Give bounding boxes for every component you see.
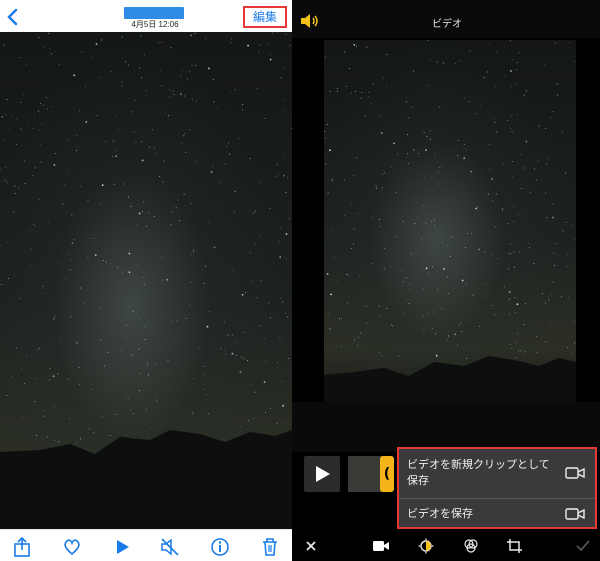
- photos-viewer: 4月5日 12:06 編集: [0, 0, 292, 561]
- close-icon[interactable]: [302, 538, 320, 554]
- crop-icon[interactable]: [506, 538, 524, 554]
- save-options-menu: ビデオを新規クリップとして保存 ビデオを保存: [397, 447, 597, 529]
- editor-toolbar: [292, 529, 600, 561]
- info-icon[interactable]: [209, 536, 231, 558]
- edit-button[interactable]: 編集: [243, 6, 287, 28]
- video-camera-icon: [565, 508, 585, 520]
- checkmark-icon[interactable]: [574, 538, 592, 554]
- video-camera-icon[interactable]: [372, 538, 390, 554]
- video-preview[interactable]: [324, 40, 576, 402]
- filters-icon[interactable]: [462, 538, 480, 554]
- photo-view[interactable]: [0, 32, 292, 529]
- play-icon: [316, 466, 330, 482]
- editor-header: ビデオ: [292, 0, 600, 38]
- trash-icon[interactable]: [259, 536, 281, 558]
- heart-icon[interactable]: [61, 536, 83, 558]
- share-icon[interactable]: [11, 536, 33, 558]
- back-chevron-icon[interactable]: [5, 8, 21, 26]
- save-as-new-clip-label: ビデオを新規クリップとして保存: [407, 458, 550, 487]
- speaker-icon[interactable]: [300, 13, 320, 29]
- photos-toolbar: [0, 529, 292, 561]
- timeline-play-button[interactable]: [304, 456, 340, 492]
- mute-icon[interactable]: [159, 536, 181, 558]
- trim-handle[interactable]: (: [380, 456, 394, 492]
- night-sky-image: [324, 40, 576, 402]
- night-sky-image: [0, 32, 292, 529]
- adjust-icon[interactable]: [417, 538, 435, 554]
- editor-title: ビデオ: [432, 19, 462, 30]
- photos-header: 4月5日 12:06 編集: [0, 0, 292, 32]
- video-camera-icon: [565, 467, 585, 479]
- title-highlight: [124, 7, 184, 19]
- save-video-item[interactable]: ビデオを保存: [399, 500, 595, 527]
- save-video-label: ビデオを保存: [407, 507, 473, 520]
- photo-date: 4月5日 12:06: [131, 20, 179, 29]
- video-editor: ビデオ ( ビデオを新規クリップとして保存 ビデオを保存: [292, 0, 600, 561]
- play-icon[interactable]: [111, 536, 133, 558]
- save-as-new-clip-item[interactable]: ビデオを新規クリップとして保存: [399, 449, 595, 499]
